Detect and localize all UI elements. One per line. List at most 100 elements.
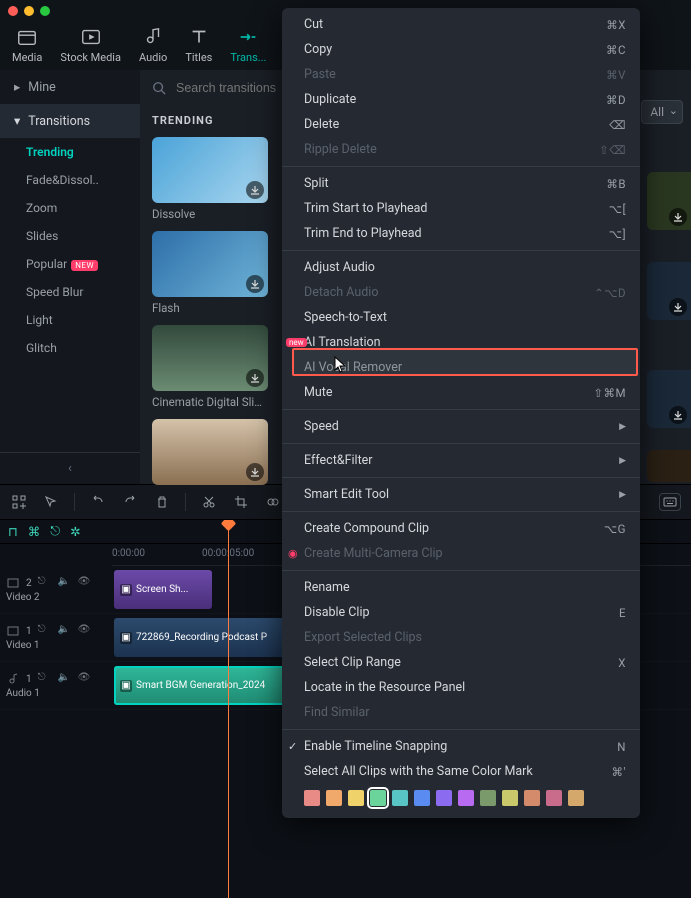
ctx-rename[interactable]: Rename — [282, 575, 640, 600]
ctx-label: Find Similar — [304, 705, 370, 720]
ctx-speech-to-text[interactable]: Speech-to-Text — [282, 305, 640, 330]
download-icon[interactable] — [246, 369, 264, 387]
lock-icon[interactable]: ⎋ — [38, 624, 52, 638]
transition-thumb-peek[interactable] — [647, 370, 691, 428]
collapse-sidebar-button[interactable]: ‹ — [0, 452, 140, 484]
ctx-trim-start-to-playhead[interactable]: Trim Start to Playhead⌥[ — [282, 196, 640, 221]
ctx-disable-clip[interactable]: Disable ClipE — [282, 600, 640, 625]
marker-icon[interactable]: ⎋ — [50, 524, 60, 539]
sidebar-sub-speedblur[interactable]: Speed Blur — [0, 278, 140, 306]
tab-audio[interactable]: Audio — [139, 26, 167, 64]
color-swatch[interactable] — [392, 790, 408, 806]
undo-icon[interactable] — [89, 493, 107, 511]
download-icon[interactable] — [246, 275, 264, 293]
crop-icon[interactable] — [232, 493, 250, 511]
tab-media[interactable]: Media — [12, 26, 42, 64]
download-icon[interactable] — [669, 208, 687, 226]
keyboard-icon[interactable] — [659, 493, 681, 511]
ctx-select-clip-range[interactable]: Select Clip RangeX — [282, 650, 640, 675]
transition-thumb-peek[interactable] — [647, 172, 691, 230]
search-input[interactable] — [174, 80, 294, 96]
magnet-icon[interactable]: ⊓ — [8, 524, 18, 540]
tab-stock[interactable]: Stock Media — [60, 26, 121, 64]
color-swatch[interactable] — [370, 790, 386, 806]
ctx-create-compound-clip[interactable]: Create Compound Clip⌥G — [282, 516, 640, 541]
color-swatch[interactable] — [546, 790, 562, 806]
sidebar-sub-glitch[interactable]: Glitch — [0, 334, 140, 362]
sidebar-sub-trending[interactable]: Trending — [0, 138, 140, 166]
sidebar-sub-fadedissol[interactable]: Fade&Dissol.. — [0, 166, 140, 194]
sidebar-transitions[interactable]: ▾ Transitions — [0, 104, 140, 138]
transition-thumb[interactable]: Cinematic Digital Slid... — [152, 325, 268, 409]
eye-icon[interactable]: 👁 — [78, 576, 92, 590]
bug-icon[interactable]: ✲ — [70, 524, 80, 540]
delete-icon[interactable] — [153, 493, 171, 511]
color-swatch[interactable] — [414, 790, 430, 806]
ctx-speed[interactable]: Speed▶ — [282, 414, 640, 439]
mute-icon[interactable]: 🔈 — [58, 672, 72, 686]
ctx-trim-end-to-playhead[interactable]: Trim End to Playhead⌥] — [282, 221, 640, 246]
transition-thumb[interactable]: Flash — [152, 231, 268, 315]
transition-thumb-peek[interactable] — [647, 450, 691, 482]
playhead[interactable] — [228, 520, 229, 898]
ctx-split[interactable]: Split⌘B — [282, 171, 640, 196]
effects-icon[interactable] — [264, 493, 282, 511]
download-icon[interactable] — [246, 181, 264, 199]
filter-all-dropdown[interactable]: All — [641, 100, 683, 124]
minimize-window-icon[interactable] — [24, 6, 34, 16]
ctx-duplicate[interactable]: Duplicate⌘D — [282, 87, 640, 112]
lock-icon[interactable]: ⎋ — [38, 576, 52, 590]
ctx-smart-edit-tool[interactable]: Smart Edit Tool▶ — [282, 482, 640, 507]
ctx-enable-timeline-snapping[interactable]: ✓Enable Timeline SnappingN — [282, 734, 640, 759]
cut-icon[interactable] — [200, 493, 218, 511]
close-window-icon[interactable] — [8, 6, 18, 16]
color-swatch[interactable] — [458, 790, 474, 806]
ctx-cut[interactable]: Cut⌘X — [282, 12, 640, 37]
color-swatch[interactable] — [480, 790, 496, 806]
sidebar-mine[interactable]: ▸ Mine — [0, 70, 140, 104]
color-swatch[interactable] — [326, 790, 342, 806]
transition-thumb[interactable] — [152, 419, 268, 489]
ctx-locate-in-the-resource-panel[interactable]: Locate in the Resource Panel — [282, 675, 640, 700]
ctx-label: Smart Edit Tool — [304, 487, 389, 502]
sidebar-sub-zoom[interactable]: Zoom — [0, 194, 140, 222]
pointer-icon[interactable] — [42, 493, 60, 511]
color-swatch[interactable] — [304, 790, 320, 806]
tab-titles[interactable]: Titles — [185, 26, 212, 64]
ctx-delete[interactable]: Delete⌫ — [282, 112, 640, 137]
color-swatch[interactable] — [568, 790, 584, 806]
tab-transitions[interactable]: Trans... — [230, 26, 266, 64]
add-icon[interactable] — [10, 493, 28, 511]
maximize-window-icon[interactable] — [40, 6, 50, 16]
color-swatch[interactable] — [348, 790, 364, 806]
ctx-adjust-audio[interactable]: Adjust Audio — [282, 255, 640, 280]
download-icon[interactable] — [669, 406, 687, 424]
lock-icon[interactable]: ⎋ — [38, 672, 52, 686]
color-swatch[interactable] — [524, 790, 540, 806]
ctx-mute[interactable]: Mute⇧⌘M — [282, 380, 640, 405]
redo-icon[interactable] — [121, 493, 139, 511]
sidebar-sub-light[interactable]: Light — [0, 306, 140, 334]
transition-thumb[interactable]: Dissolve — [152, 137, 268, 221]
color-swatch[interactable] — [502, 790, 518, 806]
clip[interactable]: ▣722869_Recording Podcast P — [114, 618, 294, 657]
download-icon[interactable] — [669, 298, 687, 316]
link-icon[interactable]: ⌘ — [28, 524, 41, 540]
color-swatch[interactable] — [436, 790, 452, 806]
ctx-copy[interactable]: Copy⌘C — [282, 37, 640, 62]
sidebar-sub-popular[interactable]: PopularNEW — [0, 250, 140, 278]
mute-icon[interactable]: 🔈 — [58, 576, 72, 590]
sidebar-sub-slides[interactable]: Slides — [0, 222, 140, 250]
ctx-ai-translation[interactable]: newAI Translation — [282, 330, 640, 355]
ctx-effect-filter[interactable]: Effect&Filter▶ — [282, 448, 640, 473]
clip[interactable]: ▣Screen Sh... — [114, 570, 212, 609]
ctx-select-all-clips-with-the-same-color-mark[interactable]: Select All Clips with the Same Color Mar… — [282, 759, 640, 784]
transition-thumb-peek[interactable] — [647, 262, 691, 320]
track-name: Video 2 — [6, 592, 92, 603]
eye-icon[interactable]: 👁 — [78, 624, 92, 638]
ctx-label: Ripple Delete — [304, 142, 377, 157]
download-icon[interactable] — [246, 463, 264, 481]
mute-icon[interactable]: 🔈 — [58, 624, 72, 638]
eye-icon[interactable]: 👁 — [78, 672, 92, 686]
ctx-ai-vocal-remover[interactable]: AI Vocal Remover — [282, 355, 640, 380]
